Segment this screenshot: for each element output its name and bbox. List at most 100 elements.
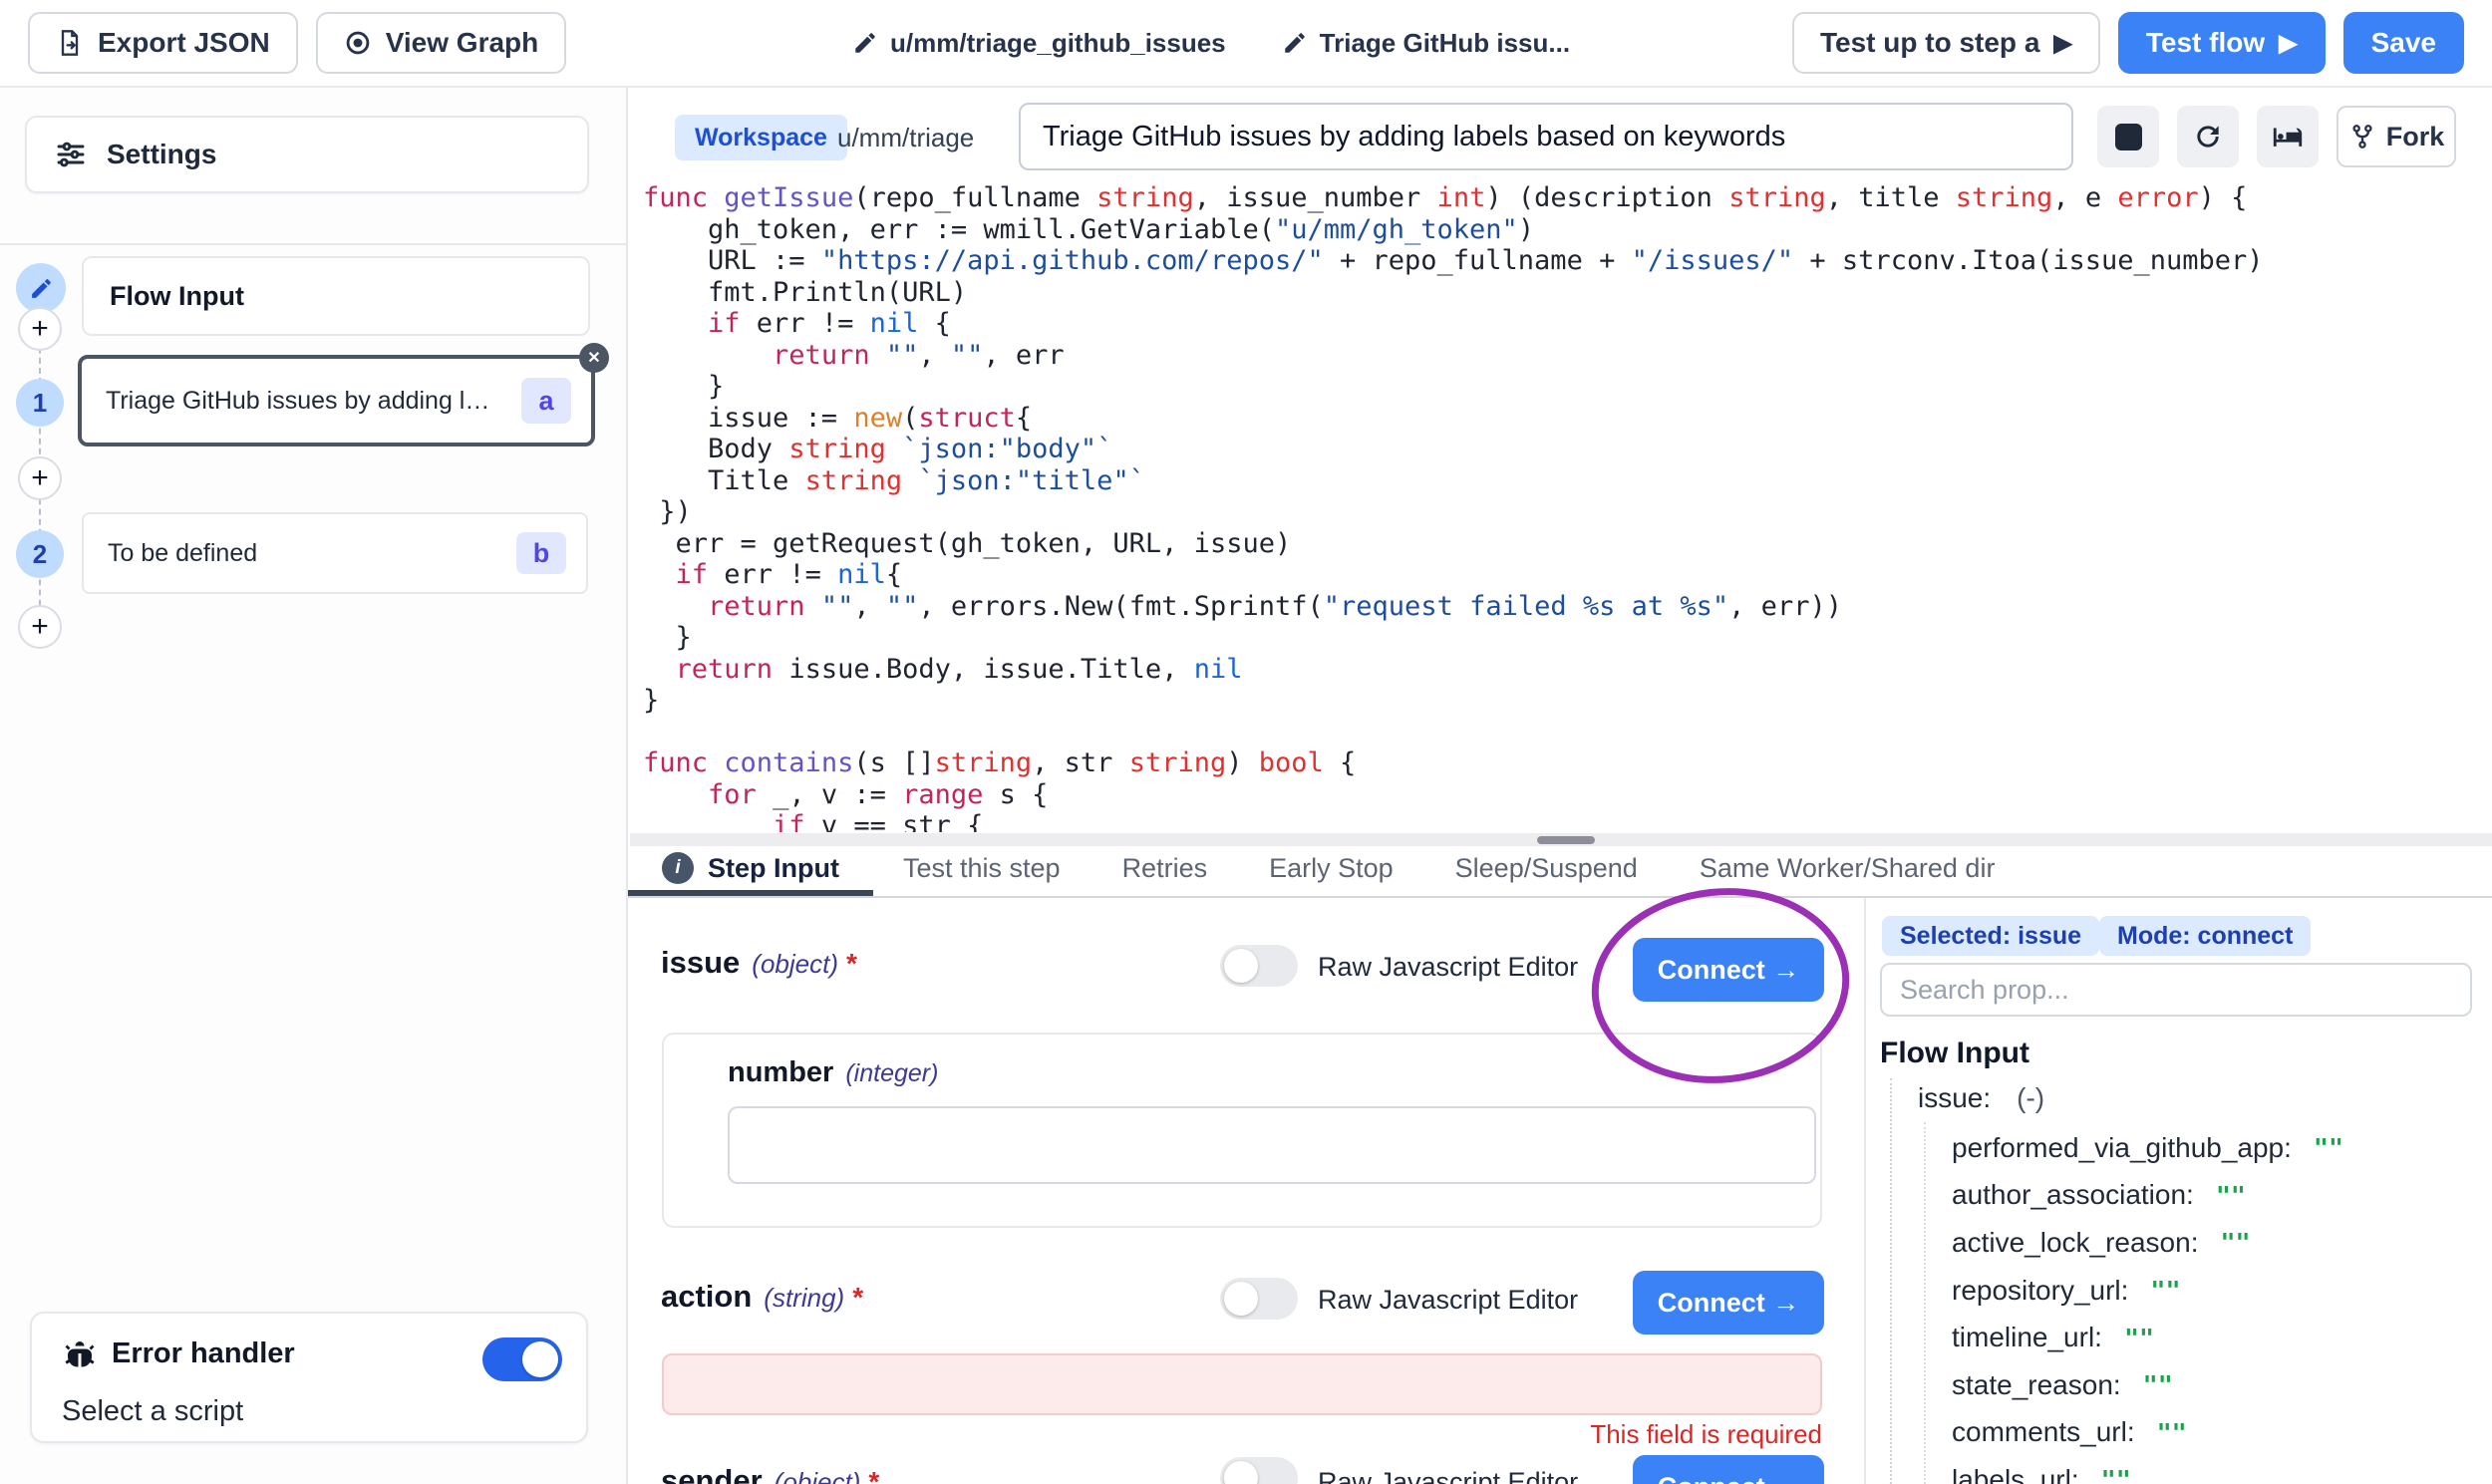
- fork-button[interactable]: Fork: [2336, 106, 2456, 167]
- step-2-label: To be defined: [108, 539, 257, 568]
- prop-tree-children: performed_via_github_app:""author_associ…: [1952, 1124, 2343, 1484]
- flow-input-heading: Flow Input: [1880, 1037, 2029, 1070]
- fork-icon: [2348, 123, 2376, 150]
- flow-sidebar: Settings Flow Input + 1 ✕ Triage GitHub …: [0, 88, 628, 1484]
- error-handler-card[interactable]: Error handler Select a script: [30, 1312, 588, 1443]
- sender-raw-editor-toggle[interactable]: [1220, 1457, 1298, 1484]
- sender-connect-button[interactable]: Connect →: [1633, 1455, 1824, 1484]
- flow-name-edit[interactable]: Triage GitHub issu...: [1282, 28, 1570, 59]
- tree-root-key: issue:: [1918, 1082, 1991, 1113]
- tab-label: Same Worker/Shared dir: [1700, 853, 1996, 884]
- save-label: Save: [2371, 27, 2436, 59]
- sleep-button[interactable]: [2257, 106, 2319, 167]
- view-graph-button[interactable]: View Graph: [316, 12, 567, 74]
- prop-tree-item[interactable]: comments_url:"": [1952, 1409, 2343, 1457]
- tab-test-this-step[interactable]: Test this step: [903, 846, 1061, 896]
- tab-sleep-suspend[interactable]: Sleep/Suspend: [1455, 846, 1638, 896]
- issue-object-box: number(integer): [662, 1033, 1822, 1228]
- flow-path-text: u/mm/triage_github_issues: [890, 28, 1226, 59]
- number-input[interactable]: [728, 1106, 1816, 1184]
- step-1-id-badge: a: [521, 378, 571, 424]
- step-1-number: 1: [16, 379, 64, 427]
- workspace-path: u/mm/triage: [837, 115, 974, 160]
- prop-tree-item[interactable]: labels_url:"": [1952, 1456, 2343, 1484]
- search-prop-input[interactable]: [1880, 963, 2472, 1017]
- settings-button[interactable]: Settings: [25, 116, 589, 193]
- validation-message: This field is required: [662, 1419, 1822, 1450]
- add-step-button[interactable]: +: [18, 307, 62, 351]
- divider: [0, 243, 628, 245]
- flow-input-label: Flow Input: [110, 281, 244, 312]
- refresh-icon: [2192, 121, 2224, 152]
- step-1-card[interactable]: ✕ Triage GitHub issues by adding labels …: [78, 355, 595, 446]
- prop-tree-item[interactable]: active_lock_reason:"": [1952, 1219, 2343, 1267]
- remove-step-button[interactable]: ✕: [579, 343, 609, 373]
- prop-tree-item[interactable]: repository_url:"": [1952, 1267, 2343, 1315]
- tab-retries[interactable]: Retries: [1122, 846, 1208, 896]
- step-2-number: 2: [16, 530, 64, 578]
- action-raw-editor-label: Raw Javascript Editor: [1318, 1285, 1578, 1316]
- stop-button[interactable]: [2097, 106, 2159, 167]
- step-2-card[interactable]: To be defined b: [82, 512, 588, 594]
- issue-connect-button[interactable]: Connect →: [1633, 938, 1824, 1002]
- flow-path-edit[interactable]: u/mm/triage_github_issues: [852, 28, 1226, 59]
- prop-tree-item[interactable]: timeline_url:"": [1952, 1314, 2343, 1361]
- tab-label: Early Stop: [1269, 853, 1394, 884]
- connect-label: Connect →: [1658, 955, 1800, 986]
- scrollbar-thumb[interactable]: [1537, 836, 1595, 844]
- sender-field-label: sender(object)*: [661, 1463, 879, 1484]
- export-json-button[interactable]: Export JSON: [28, 12, 298, 74]
- tab-label: Step Input: [708, 853, 839, 884]
- flow-name-text: Triage GitHub issu...: [1320, 28, 1570, 59]
- refresh-button[interactable]: [2177, 106, 2239, 167]
- pencil-icon: [852, 30, 878, 56]
- play-icon: ▶: [2053, 29, 2071, 58]
- tab-label: Test this step: [903, 853, 1061, 884]
- close-icon: ✕: [587, 348, 600, 368]
- action-input-error[interactable]: [662, 1353, 1822, 1415]
- error-handler-toggle[interactable]: [482, 1337, 562, 1381]
- code-area[interactable]: func getIssue(repo_fullname string, issu…: [643, 182, 2487, 832]
- fork-label: Fork: [2386, 122, 2445, 152]
- tab-early-stop[interactable]: Early Stop: [1269, 846, 1394, 896]
- issue-raw-editor-toggle[interactable]: [1220, 945, 1298, 987]
- tree-guide-line: [1890, 1078, 1892, 1484]
- test-flow-label: Test flow: [2146, 27, 2265, 59]
- sliders-icon: [55, 139, 87, 170]
- top-bar: Export JSON View Graph u/mm/triage_githu…: [0, 0, 2492, 88]
- number-field-label: number(integer): [728, 1056, 938, 1089]
- prop-tree-root[interactable]: issue:(-): [1918, 1082, 2044, 1114]
- issue-raw-editor-label: Raw Javascript Editor: [1318, 952, 1578, 983]
- save-button[interactable]: Save: [2343, 12, 2464, 74]
- prop-tree-item[interactable]: performed_via_github_app:"": [1952, 1124, 2343, 1172]
- circled-dot-icon: [344, 29, 372, 57]
- tree-guide-line: [1924, 1122, 1926, 1484]
- settings-label: Settings: [107, 139, 216, 170]
- prop-tree-item[interactable]: state_reason:"": [1952, 1361, 2343, 1409]
- add-step-button[interactable]: +: [18, 456, 62, 500]
- bed-icon: [2271, 120, 2305, 153]
- issue-field-label: issue(object)*: [661, 945, 857, 981]
- prop-tree-item[interactable]: author_association:"": [1952, 1172, 2343, 1220]
- tab-same-worker[interactable]: Same Worker/Shared dir: [1700, 846, 1996, 896]
- pencil-icon: [1282, 30, 1308, 56]
- action-raw-editor-toggle[interactable]: [1220, 1278, 1298, 1320]
- action-connect-button[interactable]: Connect →: [1633, 1271, 1824, 1335]
- step-tabs: i Step Input Test this step Retries Earl…: [628, 846, 2492, 898]
- add-step-button[interactable]: +: [18, 605, 62, 649]
- breadcrumb: u/mm/triage_github_issues Triage GitHub …: [852, 0, 1570, 86]
- plus-icon: +: [31, 461, 49, 495]
- flow-input-node-icon[interactable]: [16, 263, 66, 313]
- test-up-to-step-button[interactable]: Test up to step a ▶: [1792, 12, 2100, 74]
- step-1-label: Triage GitHub issues by adding labels ..…: [106, 387, 494, 416]
- view-graph-label: View Graph: [386, 27, 539, 59]
- code-horizontal-scrollbar[interactable]: [630, 833, 2492, 846]
- tab-step-input[interactable]: i Step Input: [628, 846, 873, 896]
- error-handler-subtitle: Select a script: [62, 1395, 243, 1428]
- test-flow-button[interactable]: Test flow ▶: [2118, 12, 2326, 74]
- test-up-to-step-label: Test up to step a: [1820, 27, 2039, 59]
- tab-label: Sleep/Suspend: [1455, 853, 1638, 884]
- mode-badge: Mode: connect: [2099, 916, 2311, 956]
- flow-input-node[interactable]: Flow Input: [82, 256, 590, 336]
- flow-summary-input[interactable]: [1019, 103, 2073, 170]
